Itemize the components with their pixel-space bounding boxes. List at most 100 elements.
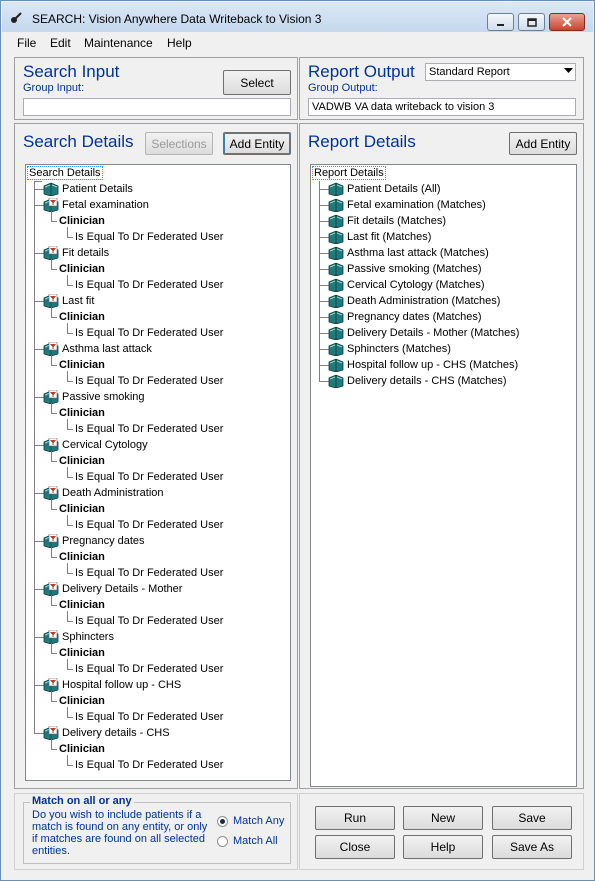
search-field-node[interactable]: Clinician <box>59 693 105 709</box>
search-field-node[interactable]: Clinician <box>59 549 105 565</box>
match-any-radio[interactable] <box>217 816 228 827</box>
search-entity-node[interactable]: Patient Details <box>62 181 133 197</box>
match-all-label[interactable]: Match All <box>233 835 278 847</box>
search-entity-node[interactable]: Hospital follow up - CHS <box>62 677 181 693</box>
report-entity-node[interactable]: Hospital follow up - CHS (Matches) <box>347 357 518 373</box>
search-field-node[interactable]: Clinician <box>59 357 105 373</box>
search-entity-node[interactable]: Delivery details - CHS <box>62 725 170 741</box>
search-field-node[interactable]: Clinician <box>59 309 105 325</box>
search-condition-node[interactable]: Is Equal To Dr Federated User <box>75 277 223 293</box>
report-entity-node[interactable]: Last fit (Matches) <box>347 229 431 245</box>
menu-file[interactable]: File <box>17 36 36 50</box>
search-condition-node[interactable]: Is Equal To Dr Federated User <box>75 421 223 437</box>
search-field-node[interactable]: Clinician <box>59 261 105 277</box>
new-label: New <box>430 811 455 825</box>
group-output-field[interactable]: VADWB VA data writeback to vision 3 <box>308 98 576 116</box>
search-entity-node[interactable]: Fetal examination <box>62 197 149 213</box>
search-condition-node[interactable]: Is Equal To Dr Federated User <box>75 613 223 629</box>
save-as-button[interactable]: Save As <box>492 835 572 859</box>
search-condition-node[interactable]: Is Equal To Dr Federated User <box>75 661 223 677</box>
search-field-node[interactable]: Clinician <box>59 453 105 469</box>
report-entity-node[interactable]: Death Administration (Matches) <box>347 293 500 309</box>
search-condition-node[interactable]: Is Equal To Dr Federated User <box>75 517 223 533</box>
match-all-radio[interactable] <box>217 836 228 847</box>
search-input-heading: Search Input <box>23 62 120 81</box>
report-entity-node[interactable]: Cervical Cytology (Matches) <box>347 277 485 293</box>
selections-button[interactable]: Selections <box>145 132 213 155</box>
select-button[interactable]: Select <box>223 70 291 95</box>
group-input-field[interactable] <box>23 98 291 116</box>
maximize-button[interactable] <box>518 13 545 31</box>
report-entity-node[interactable]: Delivery details - CHS (Matches) <box>347 373 507 389</box>
search-add-entity-button[interactable]: Add Entity <box>223 132 291 155</box>
report-entity-node[interactable]: Patient Details (All) <box>347 181 441 197</box>
save-button[interactable]: Save <box>492 806 572 830</box>
minimize-button[interactable] <box>487 13 514 31</box>
book-icon <box>328 246 344 261</box>
search-entity-node[interactable]: Delivery Details - Mother <box>62 581 182 597</box>
search-details-tree[interactable]: Search Details Patient Details Fetal exam… <box>25 164 291 781</box>
search-entity-node[interactable]: Death Administration <box>62 485 164 501</box>
report-details-heading: Report Details <box>308 132 416 151</box>
report-entity-node[interactable]: Asthma last attack (Matches) <box>347 245 489 261</box>
search-entity-node[interactable]: Last fit <box>62 293 94 309</box>
search-field-node[interactable]: Clinician <box>59 501 105 517</box>
menu-help[interactable]: Help <box>167 36 192 50</box>
report-entity-node[interactable]: Fit details (Matches) <box>347 213 446 229</box>
close-button[interactable] <box>549 13 585 31</box>
menu-maintenance[interactable]: Maintenance <box>84 36 153 50</box>
tree-connector-horizontal <box>51 269 57 270</box>
search-field-node[interactable]: Clinician <box>59 597 105 613</box>
search-tree-root[interactable]: Search Details <box>27 166 103 180</box>
tree-connector-vertical <box>34 181 35 733</box>
report-entity-node[interactable]: Sphincters (Matches) <box>347 341 451 357</box>
tree-connector-horizontal <box>51 605 57 606</box>
help-label: Help <box>430 840 456 854</box>
search-field-node[interactable]: Clinician <box>59 213 105 229</box>
search-condition-node[interactable]: Is Equal To Dr Federated User <box>75 757 223 773</box>
menu-edit[interactable]: Edit <box>50 36 71 50</box>
search-entity-node[interactable]: Cervical Cytology <box>62 437 148 453</box>
tree-connector-horizontal <box>67 765 73 766</box>
search-condition-node[interactable]: Is Equal To Dr Federated User <box>75 373 223 389</box>
report-entity-node[interactable]: Passive smoking (Matches) <box>347 261 482 277</box>
search-condition-node[interactable]: Is Equal To Dr Federated User <box>75 469 223 485</box>
match-any-label[interactable]: Match Any <box>233 815 284 827</box>
search-entity-node[interactable]: Passive smoking <box>62 389 145 405</box>
book-icon <box>328 182 344 197</box>
report-tree-root[interactable]: Report Details <box>312 166 386 180</box>
report-entity-node[interactable]: Fetal examination (Matches) <box>347 197 486 213</box>
tree-connector-vertical <box>67 227 68 237</box>
search-details-heading: Search Details <box>23 132 134 151</box>
search-condition-node[interactable]: Is Equal To Dr Federated User <box>75 325 223 341</box>
run-button[interactable]: Run <box>315 806 395 830</box>
report-entity-node[interactable]: Delivery Details - Mother (Matches) <box>347 325 519 341</box>
report-add-entity-label: Add Entity <box>515 136 571 151</box>
search-entity-node[interactable]: Sphincters <box>62 629 114 645</box>
search-condition-node[interactable]: Is Equal To Dr Federated User <box>75 709 223 725</box>
book-icon <box>328 358 344 373</box>
tree-connector-vertical <box>51 451 52 461</box>
search-entity-node[interactable]: Fit details <box>62 245 109 261</box>
filter-book-icon <box>43 677 59 693</box>
report-entity-node[interactable]: Pregnancy dates (Matches) <box>347 309 482 325</box>
tree-connector-horizontal <box>51 653 57 654</box>
book-icon <box>328 294 344 309</box>
search-field-node[interactable]: Clinician <box>59 645 105 661</box>
tree-connector-vertical <box>51 595 52 605</box>
close-dialog-button[interactable]: Close <box>315 835 395 859</box>
search-condition-node[interactable]: Is Equal To Dr Federated User <box>75 229 223 245</box>
report-details-tree[interactable]: Report Details Patient Details (All) Feta… <box>310 164 577 787</box>
search-field-node[interactable]: Clinician <box>59 405 105 421</box>
new-button[interactable]: New <box>403 806 483 830</box>
tree-connector-vertical <box>67 371 68 381</box>
search-entity-node[interactable]: Pregnancy dates <box>62 533 145 549</box>
tree-connector-horizontal <box>67 429 73 430</box>
report-type-dropdown[interactable]: Standard Report <box>425 63 576 81</box>
search-entity-node[interactable]: Asthma last attack <box>62 341 152 357</box>
search-field-node[interactable]: Clinician <box>59 741 105 757</box>
tree-connector-horizontal <box>34 181 42 182</box>
search-condition-node[interactable]: Is Equal To Dr Federated User <box>75 565 223 581</box>
help-button[interactable]: Help <box>403 835 483 859</box>
report-add-entity-button[interactable]: Add Entity <box>509 132 577 155</box>
